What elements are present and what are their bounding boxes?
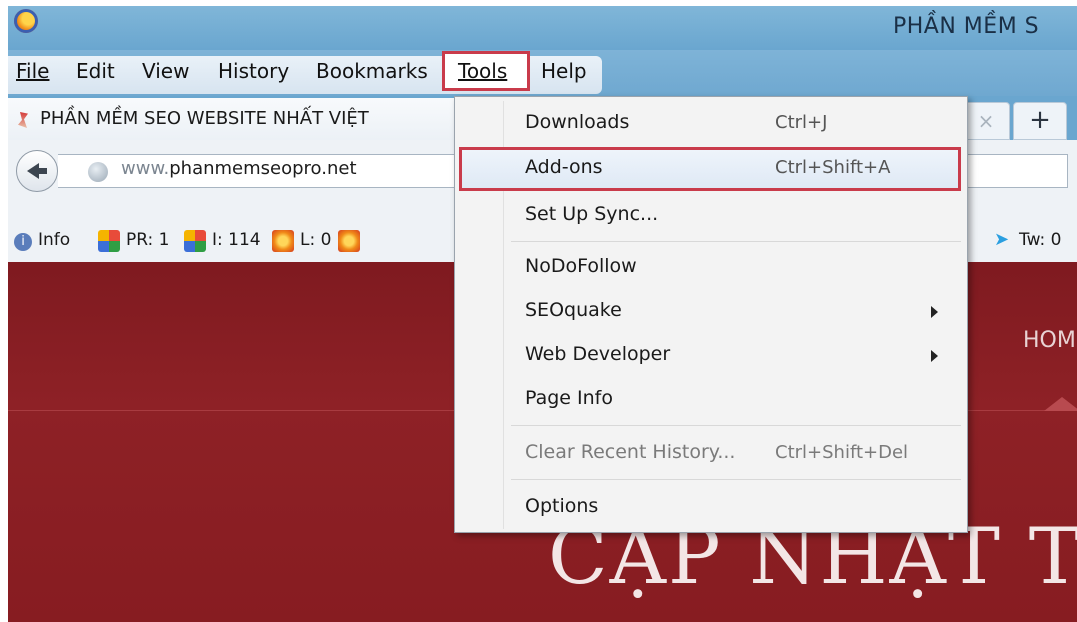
downloads-shortcut: Ctrl+J [775, 112, 828, 133]
page-info-label: Page Info [525, 387, 613, 409]
submenu-arrow-icon [931, 306, 938, 318]
setup-sync-label: Set Up Sync... [525, 203, 659, 225]
alexa-icon [338, 230, 360, 252]
firefox-logo-icon[interactable] [14, 9, 38, 33]
menu-item-clear-history[interactable]: Clear Recent History... Ctrl+Shift+Del [455, 433, 967, 475]
nav-indicator-arrow [1044, 397, 1077, 411]
info-icon[interactable]: i [14, 233, 32, 251]
clear-history-label: Clear Recent History... [525, 441, 736, 463]
back-button[interactable] [16, 150, 58, 192]
link-icon [272, 230, 294, 252]
submenu-arrow-icon [931, 350, 938, 362]
addons-shortcut: Ctrl+Shift+A [775, 157, 891, 178]
menu-item-addons[interactable]: Add-ons Ctrl+Shift+A [455, 148, 967, 190]
browser-window: PHẦN MỀM S File Edit View History Bookma… [8, 6, 1077, 622]
globe-icon[interactable] [88, 162, 108, 182]
menu-item-setup-sync[interactable]: Set Up Sync... [455, 195, 967, 237]
site-nav-home[interactable]: HOM [1023, 328, 1076, 353]
title-bar: PHẦN MỀM S [8, 6, 1077, 50]
menu-separator [511, 241, 961, 242]
tab-close-button[interactable]: × [962, 102, 1010, 140]
seo-links[interactable]: L: 0 [300, 230, 331, 250]
site-favicon-icon [18, 112, 28, 128]
web-developer-label: Web Developer [525, 343, 671, 365]
url-domain: phanmemseopro.net [169, 158, 357, 179]
seo-twitter[interactable]: Tw: 0 [1019, 230, 1062, 250]
menu-history[interactable]: History [218, 56, 289, 86]
menu-bookmarks[interactable]: Bookmarks [316, 56, 428, 86]
tools-dropdown-menu: Downloads Ctrl+J Add-ons Ctrl+Shift+A Se… [454, 96, 968, 533]
menu-edit[interactable]: Edit [76, 56, 115, 86]
window-title: PHẦN MỀM S [893, 14, 1040, 39]
addons-label: Add-ons [525, 156, 603, 178]
seo-index[interactable]: I: 114 [212, 230, 261, 250]
menu-item-seoquake[interactable]: SEOquake [455, 291, 967, 333]
nodofollow-label: NoDoFollow [525, 255, 637, 277]
menu-item-nodofollow[interactable]: NoDoFollow [455, 247, 967, 289]
tab-active[interactable]: PHẦN MỀM SEO WEBSITE NHẤT VIỆT [8, 98, 478, 140]
url-text[interactable]: www.phanmemseopro.net [121, 158, 357, 179]
menu-bar: File Edit View History Bookmarks Tools H… [8, 50, 1077, 96]
menu-item-page-info[interactable]: Page Info [455, 379, 967, 421]
seoquake-label: SEOquake [525, 299, 622, 321]
clear-history-shortcut: Ctrl+Shift+Del [775, 442, 909, 463]
menu-separator [511, 479, 961, 480]
seo-pr[interactable]: PR: 1 [126, 230, 170, 250]
url-prefix: www. [121, 158, 170, 179]
menu-view[interactable]: View [142, 56, 189, 86]
downloads-label: Downloads [525, 111, 630, 133]
google-pr-icon [98, 230, 120, 252]
twitter-icon: ➤ [994, 229, 1010, 250]
menu-item-options[interactable]: Options [455, 487, 967, 529]
menu-separator [511, 425, 961, 426]
tab-title: PHẦN MỀM SEO WEBSITE NHẤT VIỆT [40, 108, 369, 129]
seo-info[interactable]: Info [38, 230, 70, 250]
menu-file[interactable]: File [16, 56, 49, 86]
menu-item-downloads[interactable]: Downloads Ctrl+J [455, 103, 967, 145]
new-tab-button[interactable]: + [1013, 102, 1067, 140]
menu-tools-label: Tools [458, 59, 508, 83]
menu-tools[interactable]: Tools [458, 56, 507, 86]
menu-help[interactable]: Help [541, 56, 587, 86]
menu-item-web-developer[interactable]: Web Developer [455, 335, 967, 377]
google-index-icon [184, 230, 206, 252]
menu-file-label: File [16, 59, 50, 83]
options-label: Options [525, 495, 599, 517]
